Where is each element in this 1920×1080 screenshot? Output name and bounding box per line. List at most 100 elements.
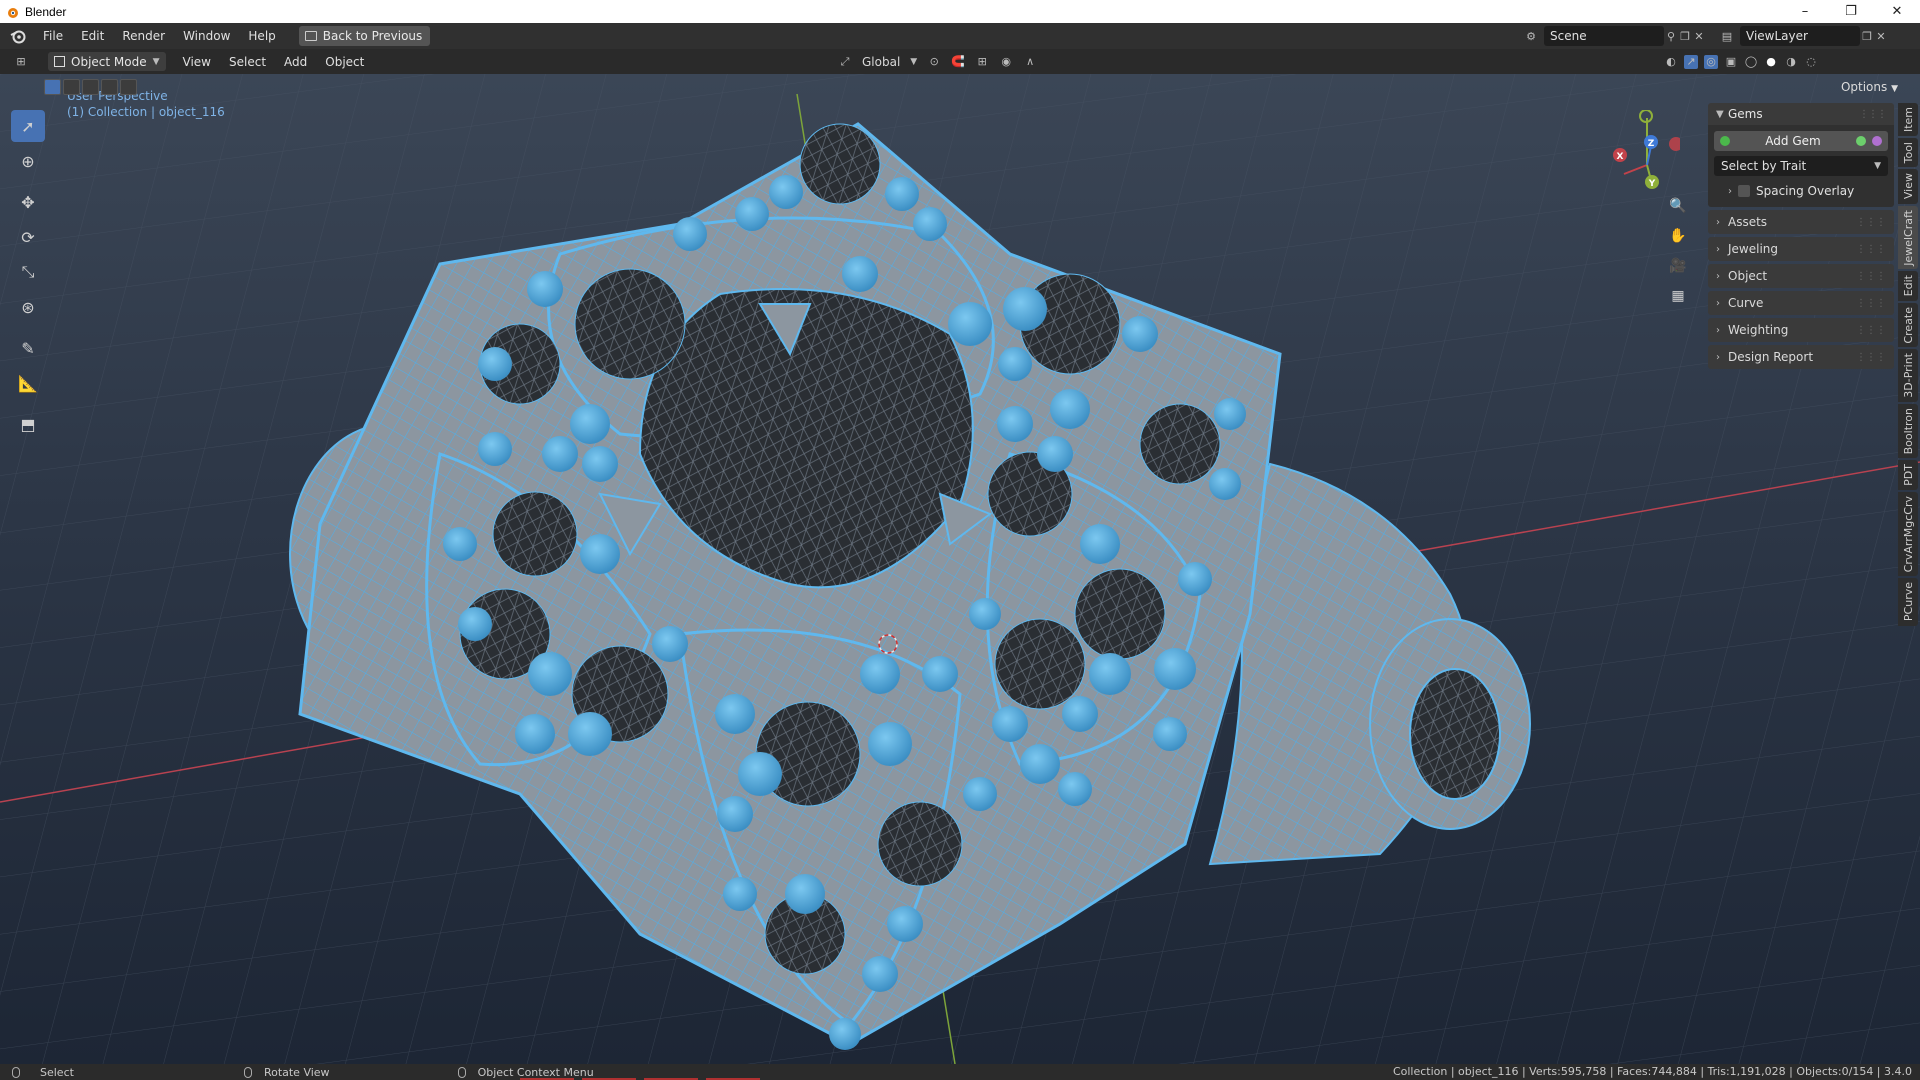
drag-grip-icon[interactable]: ⋮⋮⋮ [1856, 298, 1886, 309]
select-subtract-icon[interactable] [82, 79, 99, 95]
panel-object-label: Object [1728, 269, 1768, 283]
header-menu-select[interactable]: Select [220, 55, 275, 69]
close-button[interactable]: ✕ [1874, 0, 1920, 23]
mode-selector[interactable]: Object Mode ▼ [48, 52, 166, 71]
select-invert-icon[interactable] [101, 79, 118, 95]
tab-create[interactable]: Create [1898, 302, 1918, 348]
header-menu-object[interactable]: Object [316, 55, 373, 69]
transform-tool[interactable]: ⊛ [11, 291, 45, 323]
wireframe-shading-icon[interactable]: ◯ [1744, 55, 1758, 69]
gems-panel-header[interactable]: ▼ Gems ⋮⋮⋮ [1708, 103, 1894, 125]
new-viewlayer-icon[interactable]: ❐ [1860, 29, 1874, 43]
menu-render[interactable]: Render [113, 23, 174, 49]
ring-gallery-stone[interactable] [1409, 668, 1501, 800]
scale-tool[interactable]: ⤡ [11, 256, 45, 288]
maximize-button[interactable]: ❐ [1828, 0, 1874, 23]
gem-map-icon[interactable] [1872, 136, 1882, 146]
scene-field[interactable]: Scene [1544, 26, 1664, 46]
viewlayer-field[interactable]: ViewLayer [1740, 26, 1860, 46]
menu-file[interactable]: File [34, 23, 72, 49]
add-gem-button[interactable]: Add Gem [1714, 131, 1888, 151]
snap-icon[interactable]: 🧲 [951, 55, 965, 69]
panel-weighting[interactable]: › Weighting ⋮⋮⋮ [1708, 318, 1894, 342]
tab-3d-print-label: 3D-Print [1901, 353, 1915, 398]
tab-pcurve[interactable]: PCurve [1898, 578, 1918, 626]
panel-jeweling[interactable]: › Jeweling ⋮⋮⋮ [1708, 237, 1894, 261]
transform-orientation[interactable]: Global [862, 55, 900, 69]
drag-grip-icon[interactable]: ⋮⋮⋮ [1856, 244, 1886, 255]
pivot-point-icon[interactable]: ⊙ [927, 55, 941, 69]
pan-hand-icon[interactable]: ✋ [1666, 224, 1690, 248]
minimize-button[interactable]: – [1782, 0, 1828, 23]
tab-jewelcraft[interactable]: JewelCraft [1898, 205, 1918, 270]
drag-grip-icon[interactable]: ⋮⋮⋮ [1856, 271, 1886, 282]
delete-viewlayer-icon[interactable]: ✕ [1874, 29, 1888, 43]
tab-jewelcraft-label: JewelCraft [1901, 209, 1915, 266]
window-title: Blender [25, 4, 67, 19]
camera-view-icon[interactable]: 🎥 [1666, 254, 1690, 278]
select-new-icon[interactable] [44, 79, 61, 95]
gizmo-neg-x-icon[interactable] [1669, 137, 1680, 151]
proportional-edit-icon[interactable]: ◉ [999, 55, 1013, 69]
rendered-shading-icon[interactable]: ◌ [1804, 55, 1818, 69]
header-menu-view[interactable]: View [174, 55, 220, 69]
ortho-grid-icon[interactable]: ▦ [1666, 284, 1690, 308]
3d-viewport[interactable]: User Perspective (1) Collection | object… [0, 74, 1920, 1064]
editor-type-icon[interactable]: ⊞ [14, 55, 28, 69]
xray-icon[interactable]: ▣ [1724, 55, 1738, 69]
panel-design-report[interactable]: › Design Report ⋮⋮⋮ [1708, 345, 1894, 369]
gem-edit-icon[interactable] [1856, 136, 1866, 146]
add-cube-tool[interactable]: ⬒ [11, 408, 45, 440]
menu-window[interactable]: Window [174, 23, 239, 49]
panel-object[interactable]: › Object ⋮⋮⋮ [1708, 264, 1894, 288]
select-extend-icon[interactable] [63, 79, 80, 95]
navigation-gizmo[interactable]: Z X Y [1600, 110, 1680, 200]
pin-icon[interactable]: ⚲ [1664, 29, 1678, 43]
select-by-trait-dropdown[interactable]: Select by Trait ▼ [1714, 156, 1888, 176]
tab-crvarrmgccrv[interactable]: CrvArrMgcCrv [1898, 492, 1918, 577]
zoom-icon[interactable]: 🔍 [1666, 194, 1690, 218]
tab-pdt[interactable]: PDT [1898, 460, 1918, 491]
gizmo-toggle-icon[interactable]: ↗ [1684, 54, 1698, 69]
panel-curve[interactable]: › Curve ⋮⋮⋮ [1708, 291, 1894, 315]
snap-target-icon[interactable]: ⊞ [975, 55, 989, 69]
drag-grip-icon[interactable]: ⋮⋮⋮ [1856, 352, 1886, 363]
visibility-icon[interactable]: ◐ [1664, 55, 1678, 69]
scene-icon[interactable]: ⚙ [1524, 29, 1538, 43]
overlay-toggle-icon[interactable]: ◎ [1704, 54, 1718, 69]
move-tool[interactable]: ✥ [11, 186, 45, 218]
tab-view[interactable]: View [1898, 169, 1918, 204]
menu-edit[interactable]: Edit [72, 23, 113, 49]
blender-menu-icon[interactable] [10, 28, 26, 44]
new-scene-icon[interactable]: ❐ [1678, 29, 1692, 43]
drag-grip-icon[interactable]: ⋮⋮⋮ [1856, 217, 1886, 228]
drag-grip-icon[interactable]: ⋮⋮⋮ [1856, 325, 1886, 336]
menu-help[interactable]: Help [239, 23, 284, 49]
back-to-previous-button[interactable]: Back to Previous [298, 26, 431, 46]
viewlayer-icon[interactable]: ▤ [1720, 29, 1734, 43]
annotate-tool[interactable]: ✎ [11, 332, 45, 364]
tab-tool[interactable]: Tool [1898, 138, 1918, 168]
tab-edit[interactable]: Edit [1898, 271, 1918, 301]
tab-3d-print[interactable]: 3D-Print [1898, 349, 1918, 402]
tab-item-label: Item [1901, 107, 1915, 133]
panel-assets[interactable]: › Assets ⋮⋮⋮ [1708, 210, 1894, 234]
header-menu-add[interactable]: Add [275, 55, 316, 69]
solid-shading-icon[interactable]: ● [1764, 55, 1778, 69]
material-shading-icon[interactable]: ◑ [1784, 55, 1798, 69]
chevron-right-icon[interactable]: › [1728, 186, 1732, 197]
rotate-tool[interactable]: ⟳ [11, 221, 45, 253]
tab-item[interactable]: Item [1898, 103, 1918, 137]
select-intersect-icon[interactable] [120, 79, 137, 95]
select-box-tool[interactable]: ➚ [11, 110, 45, 142]
drag-grip-icon[interactable]: ⋮⋮⋮ [1859, 109, 1887, 120]
spacing-overlay-checkbox[interactable] [1738, 185, 1750, 197]
options-dropdown[interactable]: Options ▼ [1841, 80, 1898, 94]
delete-scene-icon[interactable]: ✕ [1692, 29, 1706, 43]
spacing-overlay-row[interactable]: › Spacing Overlay [1714, 181, 1888, 201]
tab-booltron[interactable]: Booltron [1898, 403, 1918, 459]
falloff-icon[interactable]: ∧ [1023, 55, 1037, 69]
scene-canvas[interactable] [0, 74, 1920, 1064]
measure-tool[interactable]: 📐 [11, 367, 45, 399]
cursor-tool[interactable]: ⊕ [11, 145, 45, 177]
